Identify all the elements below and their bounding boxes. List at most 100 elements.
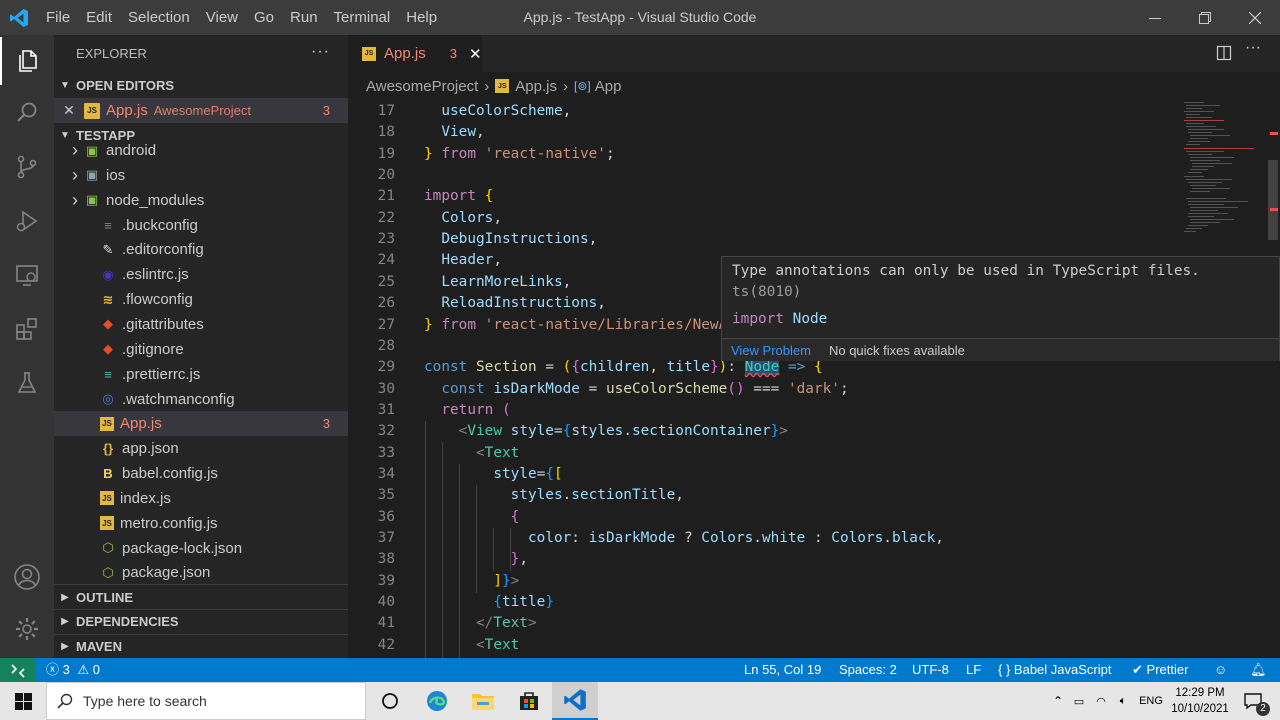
open-editors-section[interactable]: ▼ OPEN EDITORS bbox=[54, 73, 348, 97]
file-tree-item[interactable]: ⬡ package.json bbox=[54, 560, 348, 585]
file-tree-item[interactable]: › ▣ node_modules bbox=[54, 188, 348, 213]
wifi-icon[interactable]: ◠ bbox=[1090, 695, 1112, 708]
file-tree-item[interactable]: ◎ .watchmanconfig bbox=[54, 387, 348, 412]
restore-icon[interactable] bbox=[1180, 0, 1230, 35]
menu-go[interactable]: Go bbox=[246, 0, 282, 35]
no-quick-fixes-text: No quick fixes available bbox=[828, 342, 965, 358]
vscode-taskbar-icon[interactable] bbox=[552, 682, 598, 720]
source-control-icon[interactable] bbox=[0, 143, 54, 191]
minimize-icon[interactable] bbox=[1130, 0, 1180, 35]
menu-terminal[interactable]: Terminal bbox=[326, 0, 399, 35]
chevron-right-icon: › bbox=[484, 77, 490, 95]
feedback-icon[interactable]: ☺ bbox=[1214, 658, 1227, 682]
file-tree-item[interactable]: ◉ .eslintrc.js bbox=[54, 262, 348, 287]
file-tree-item[interactable]: ≡ .buckconfig bbox=[54, 213, 348, 238]
file-tree-item[interactable]: ≡ .prettierrc.js bbox=[54, 362, 348, 387]
extensions-icon[interactable] bbox=[0, 305, 54, 353]
close-editor-icon[interactable]: ✕ bbox=[54, 102, 84, 119]
clock[interactable]: 12:29 PM 10/10/2021 bbox=[1170, 685, 1230, 717]
breadcrumb-symbol[interactable]: App bbox=[595, 78, 622, 95]
line-ending[interactable]: LF bbox=[966, 658, 981, 682]
file-tree-item[interactable]: ◆ .gitignore bbox=[54, 337, 348, 362]
menu-selection[interactable]: Selection bbox=[120, 0, 198, 35]
outline-section[interactable]: ▶ OUTLINE bbox=[54, 585, 348, 609]
prettier-file-icon: ≡ bbox=[104, 366, 112, 382]
status-bar: ⓧ 3 ⚠ 0 Ln 55, Col 19 Spaces: 2 UTF-8 LF… bbox=[0, 658, 1280, 682]
more-actions-icon[interactable]: ··· bbox=[311, 43, 330, 61]
breadcrumb-file[interactable]: App.js bbox=[515, 78, 557, 95]
search-icon[interactable] bbox=[0, 89, 54, 137]
file-tree-item-label: index.js bbox=[120, 489, 171, 507]
settings-gear-icon[interactable] bbox=[0, 605, 54, 653]
task-view-icon[interactable] bbox=[368, 682, 412, 720]
file-explorer-icon[interactable] bbox=[460, 682, 506, 720]
problems-indicator[interactable]: ⓧ 3 ⚠ 0 bbox=[46, 658, 100, 682]
windows-start-icon[interactable] bbox=[0, 682, 46, 720]
editor-tab-bar: JS App.js 3 ✕ ··· bbox=[348, 35, 1280, 72]
file-tree-item[interactable]: JS metro.config.js bbox=[54, 511, 348, 536]
code-editor[interactable]: 17 useColorScheme, 18 View, 19} from 'reac… bbox=[348, 100, 1280, 658]
activity-bar bbox=[0, 35, 54, 658]
menu-view[interactable]: View bbox=[198, 0, 246, 35]
tab-app-js[interactable]: JS App.js 3 ✕ bbox=[348, 35, 482, 72]
file-tree-item[interactable]: {} app.json bbox=[54, 436, 348, 461]
explorer-icon[interactable] bbox=[0, 37, 54, 85]
notification-center-icon[interactable]: 2 bbox=[1236, 682, 1270, 720]
split-editor-icon[interactable] bbox=[1216, 45, 1232, 64]
explorer-header: EXPLORER ··· bbox=[54, 35, 348, 72]
menu-edit[interactable]: Edit bbox=[78, 0, 120, 35]
vertical-scrollbar[interactable] bbox=[1266, 100, 1280, 658]
file-tree-item[interactable]: ≋ .flowconfig bbox=[54, 287, 348, 312]
file-tree-item[interactable]: ⬡ package-lock.json bbox=[54, 536, 348, 561]
file-tree-item[interactable]: ◆ .gitattributes bbox=[54, 312, 348, 337]
chevron-up-icon[interactable]: ⌃ bbox=[1048, 694, 1068, 708]
run-debug-icon[interactable] bbox=[0, 197, 54, 245]
volume-icon[interactable]: 🔈︎ bbox=[1112, 695, 1134, 708]
store-icon[interactable] bbox=[506, 682, 552, 720]
file-tree-item-label: android bbox=[106, 142, 157, 159]
prettier-status[interactable]: ✔ Prettier bbox=[1132, 658, 1188, 682]
menu-help[interactable]: Help bbox=[398, 0, 445, 35]
window-controls bbox=[1130, 0, 1280, 35]
language-indicator[interactable]: ENG bbox=[1134, 695, 1168, 707]
file-tree-item[interactable]: › ▣ ios bbox=[54, 163, 348, 188]
close-tab-icon[interactable]: ✕ bbox=[469, 45, 482, 63]
menu-file[interactable]: File bbox=[38, 0, 78, 35]
file-tree-item[interactable]: JS index.js bbox=[54, 486, 348, 511]
remote-indicator-icon[interactable] bbox=[0, 658, 36, 682]
chevron-right-icon: ▶ bbox=[61, 616, 69, 627]
maven-section[interactable]: ▶ MAVEN bbox=[54, 634, 348, 658]
indentation[interactable]: Spaces: 2 bbox=[839, 658, 897, 682]
minimap[interactable] bbox=[1178, 100, 1266, 658]
close-icon[interactable] bbox=[1230, 0, 1280, 35]
edge-browser-icon[interactable] bbox=[414, 682, 460, 720]
warning-icon: ⚠ bbox=[77, 662, 90, 677]
view-problem-link[interactable]: View Problem bbox=[731, 343, 811, 358]
line-number: 21 bbox=[377, 188, 395, 205]
file-tree-item-label: node_modules bbox=[106, 191, 205, 209]
accounts-icon[interactable] bbox=[0, 553, 54, 601]
remote-explorer-icon[interactable] bbox=[0, 251, 54, 299]
cursor-position[interactable]: Ln 55, Col 19 bbox=[744, 658, 821, 682]
vscode-logo-icon[interactable] bbox=[0, 0, 38, 35]
language-mode[interactable]: { } Babel JavaScript bbox=[998, 658, 1111, 682]
more-actions-icon[interactable]: ··· bbox=[1245, 39, 1261, 57]
menu-run[interactable]: Run bbox=[282, 0, 326, 35]
battery-icon[interactable]: ▭ bbox=[1068, 695, 1090, 708]
breadcrumb-folder[interactable]: AwesomeProject bbox=[366, 78, 478, 95]
file-tree-item[interactable]: ✎ .editorconfig bbox=[54, 237, 348, 262]
testing-icon[interactable] bbox=[0, 359, 54, 407]
file-tree-item[interactable]: Bbabel.config.js bbox=[54, 461, 348, 486]
dependencies-title: DEPENDENCIES bbox=[76, 614, 179, 629]
notifications-bell-icon[interactable]: 🔔︎ bbox=[1250, 658, 1267, 682]
config-file-icon: ≡ bbox=[104, 217, 112, 233]
open-editor-item[interactable]: ✕ JS App.js AwesomeProject 3 bbox=[54, 98, 348, 123]
language-label: Babel JavaScript bbox=[1013, 662, 1112, 677]
line-number: 20 bbox=[377, 167, 395, 184]
dependencies-section[interactable]: ▶ DEPENDENCIES bbox=[54, 609, 348, 633]
open-editors-title: OPEN EDITORS bbox=[76, 77, 175, 93]
taskbar-search[interactable]: Type here to search bbox=[46, 682, 366, 720]
file-tree-item[interactable]: › ▣ android bbox=[54, 138, 348, 163]
file-tree-item[interactable]: JS App.js 3 bbox=[54, 411, 348, 437]
encoding[interactable]: UTF-8 bbox=[912, 658, 949, 682]
